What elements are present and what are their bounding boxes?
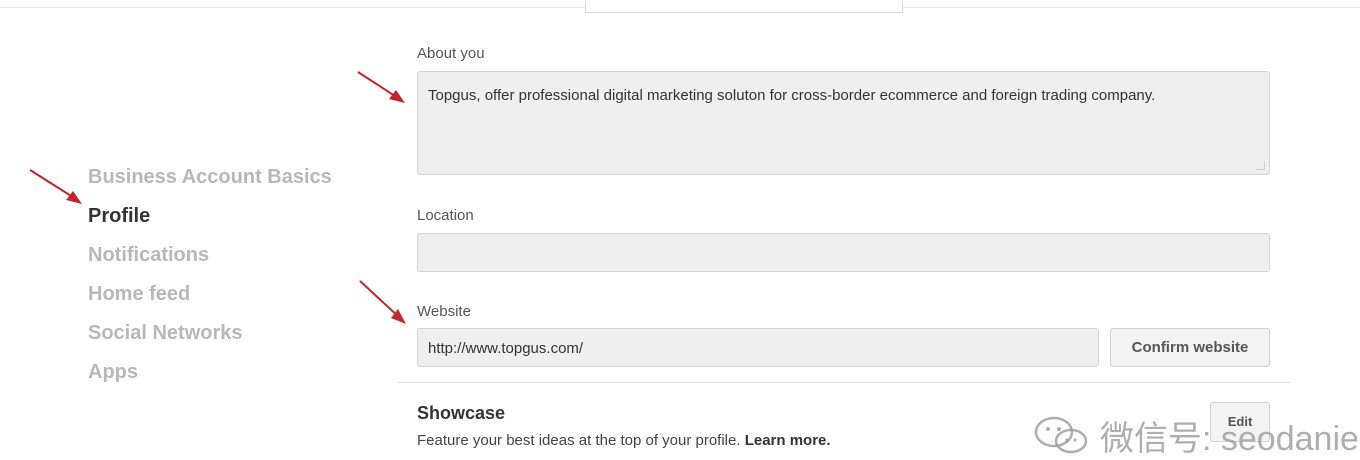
sidebar-item-business-account-basics[interactable]: Business Account Basics	[88, 164, 332, 203]
showcase-description: Feature your best ideas at the top of yo…	[417, 432, 831, 449]
sidebar-item-apps[interactable]: Apps	[88, 359, 332, 398]
about-you-label: About you	[417, 45, 485, 62]
showcase-title: Showcase	[417, 403, 506, 423]
section-divider	[398, 382, 1290, 383]
wechat-watermark: 微信号: seodanie	[1032, 411, 1359, 459]
website-label: Website	[417, 303, 471, 320]
watermark-text: 微信号: seodanie	[1100, 419, 1359, 458]
learn-more-link[interactable]: Learn more.	[745, 432, 831, 449]
red-arrow-icon	[357, 71, 405, 103]
confirm-website-button[interactable]: Confirm website	[1110, 328, 1270, 367]
sidebar-item-notifications[interactable]: Notifications	[88, 242, 332, 281]
about-you-textarea[interactable]: Topgus, offer professional digital marke…	[417, 71, 1270, 175]
location-label: Location	[417, 207, 474, 224]
settings-sidebar: Business Account Basics Profile Notifica…	[88, 164, 332, 398]
resize-grip-icon[interactable]	[1256, 161, 1265, 170]
red-arrow-icon	[29, 169, 82, 204]
red-arrow-icon	[359, 280, 406, 324]
showcase-description-text: Feature your best ideas at the top of yo…	[417, 432, 741, 449]
website-input[interactable]: http://www.topgus.com/	[417, 328, 1099, 367]
location-input[interactable]	[417, 233, 1270, 272]
wechat-icon	[1034, 416, 1088, 454]
about-you-text: Topgus, offer professional digital marke…	[428, 87, 1156, 104]
sidebar-item-home-feed[interactable]: Home feed	[88, 281, 332, 320]
sidebar-item-profile[interactable]: Profile	[88, 203, 332, 242]
top-input-edge	[585, 0, 903, 13]
sidebar-item-social-networks[interactable]: Social Networks	[88, 320, 332, 359]
